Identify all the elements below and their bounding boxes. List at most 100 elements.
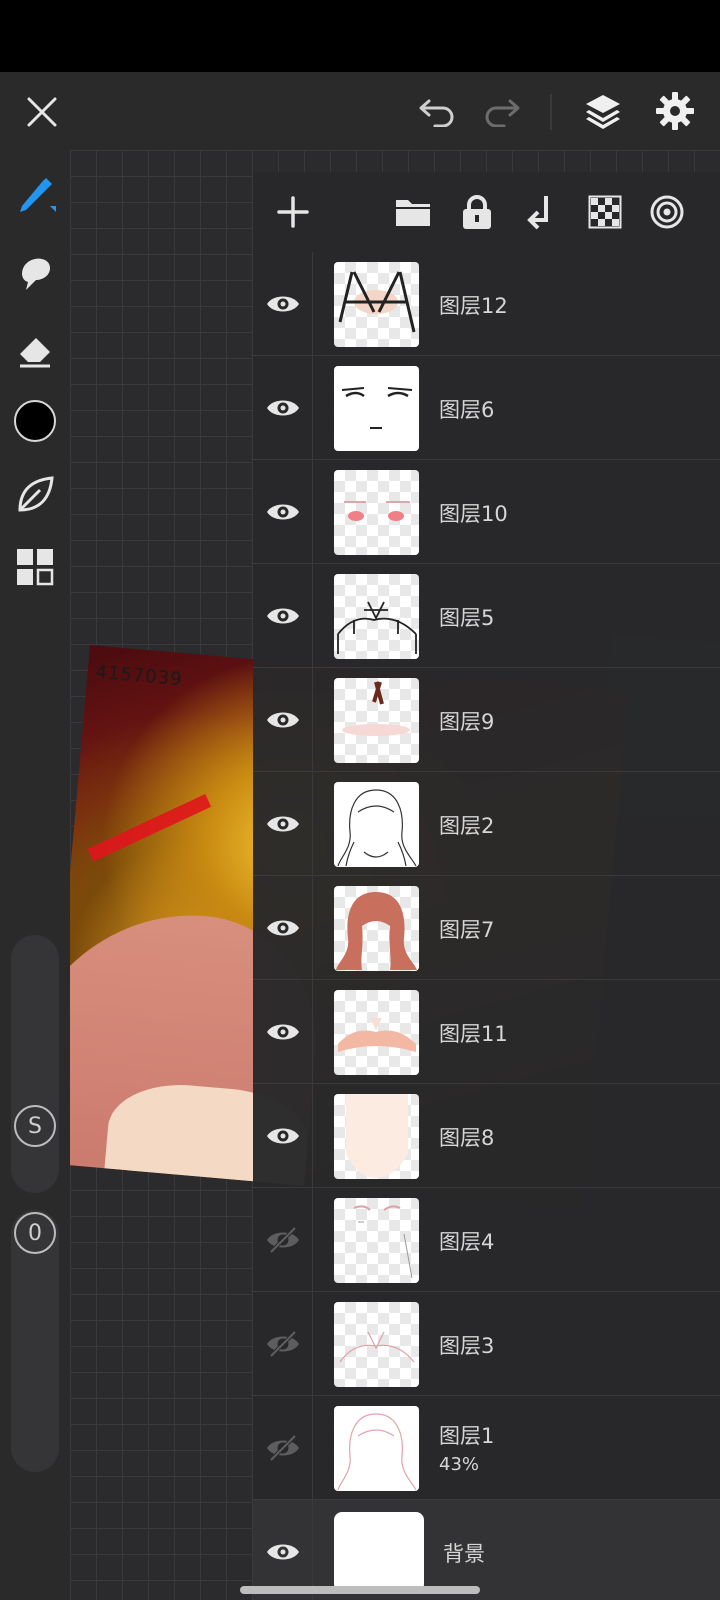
lock-icon bbox=[463, 195, 491, 229]
layer-thumbnail bbox=[334, 678, 419, 763]
layer-effects-tool[interactable] bbox=[10, 470, 60, 520]
plus-icon bbox=[277, 196, 309, 228]
close-icon bbox=[27, 97, 57, 127]
layer-row[interactable]: 图层11 bbox=[253, 980, 720, 1084]
smudge-tool[interactable] bbox=[10, 248, 60, 298]
layer-row[interactable]: 图层1 43% bbox=[253, 1396, 720, 1500]
visibility-toggle[interactable] bbox=[253, 1500, 313, 1600]
layer-row[interactable]: 图层6 bbox=[253, 356, 720, 460]
layers-panel: 图层12 图层6 图层10 图层5 图层9 图层2 图层7 图层11 图层8 图… bbox=[253, 172, 720, 1600]
new-folder-button[interactable] bbox=[389, 188, 437, 236]
gallery-tool[interactable] bbox=[10, 542, 60, 592]
layer-name: 图层9 bbox=[439, 710, 495, 734]
visibility-toggle[interactable] bbox=[253, 460, 313, 564]
layer-row[interactable]: 图层8 bbox=[253, 1084, 720, 1188]
size-slider-label: S bbox=[28, 1113, 42, 1139]
visibility-toggle[interactable] bbox=[253, 668, 313, 772]
layer-row[interactable]: 图层7 bbox=[253, 876, 720, 980]
eye-icon bbox=[266, 816, 299, 832]
layer-row[interactable]: 图层10 bbox=[253, 460, 720, 564]
layer-thumbnail bbox=[334, 262, 419, 347]
layer-opacity: 43% bbox=[439, 1454, 480, 1475]
eye-icon bbox=[266, 400, 299, 416]
visibility-toggle[interactable] bbox=[253, 876, 313, 980]
layer-name: 图层10 bbox=[439, 502, 508, 526]
status-bar bbox=[0, 0, 720, 72]
layer-name: 图层8 bbox=[439, 1126, 495, 1150]
brush-tool[interactable] bbox=[10, 170, 60, 220]
grid-icon bbox=[17, 549, 54, 586]
merge-down-icon bbox=[527, 196, 548, 230]
add-layer-button[interactable] bbox=[269, 188, 317, 236]
lock-layer-button[interactable] bbox=[453, 188, 501, 236]
brush-icon bbox=[20, 178, 56, 212]
brush-opacity-slider[interactable]: 0 bbox=[11, 1210, 59, 1472]
layer-name: 图层12 bbox=[439, 294, 508, 318]
artwork-overlay-text: 4157039 bbox=[94, 661, 184, 691]
blend-mode-button[interactable] bbox=[643, 188, 691, 236]
drawing-app: 4157039 S 0 图层12 图层6 图层10 图层5 图层9 图层2 图层… bbox=[0, 0, 720, 1600]
close-button[interactable] bbox=[18, 88, 66, 136]
undo-icon bbox=[419, 99, 454, 127]
eye-icon bbox=[266, 1128, 299, 1144]
visibility-toggle[interactable] bbox=[253, 1292, 313, 1396]
visibility-toggle[interactable] bbox=[253, 564, 313, 668]
layer-thumbnail bbox=[334, 782, 419, 867]
layer-thumbnail bbox=[334, 886, 419, 971]
alpha-lock-button[interactable] bbox=[581, 188, 629, 236]
visibility-toggle[interactable] bbox=[253, 772, 313, 876]
target-icon bbox=[650, 195, 684, 229]
layer-row[interactable]: 图层2 bbox=[253, 772, 720, 876]
layer-row[interactable]: 图层4 bbox=[253, 1188, 720, 1292]
opacity-slider-label: 0 bbox=[28, 1220, 42, 1246]
layer-row[interactable]: 图层3 bbox=[253, 1292, 720, 1396]
visibility-toggle[interactable] bbox=[253, 1188, 313, 1292]
layer-name: 图层2 bbox=[439, 814, 495, 838]
eye-icon bbox=[266, 296, 299, 312]
background-layer-name: 背景 bbox=[443, 1542, 485, 1566]
brush-size-slider[interactable]: S bbox=[11, 935, 59, 1193]
merge-down-button[interactable] bbox=[517, 188, 565, 236]
eye-icon bbox=[266, 712, 299, 728]
eye-hidden-icon bbox=[266, 1330, 299, 1358]
layer-row[interactable]: 图层12 bbox=[253, 252, 720, 356]
layer-row[interactable]: 图层5 bbox=[253, 564, 720, 668]
checkerboard-icon bbox=[588, 195, 622, 229]
visibility-toggle[interactable] bbox=[253, 252, 313, 356]
layers-button[interactable] bbox=[578, 86, 628, 136]
eye-icon bbox=[266, 1024, 299, 1040]
current-color-swatch bbox=[14, 400, 56, 442]
artwork-red-streak bbox=[87, 794, 212, 862]
layer-thumbnail bbox=[334, 574, 419, 659]
size-slider-knob[interactable]: S bbox=[14, 1105, 56, 1147]
layer-name: 图层1 bbox=[439, 1424, 495, 1448]
visibility-toggle[interactable] bbox=[253, 1084, 313, 1188]
eye-icon bbox=[266, 504, 299, 520]
layer-thumbnail bbox=[334, 1094, 419, 1179]
layer-list: 图层12 图层6 图层10 图层5 图层9 图层2 图层7 图层11 图层8 图… bbox=[253, 252, 720, 1600]
visibility-toggle[interactable] bbox=[253, 980, 313, 1084]
undo-button[interactable] bbox=[413, 88, 461, 136]
layers-panel-caret bbox=[590, 160, 614, 172]
layer-thumbnail bbox=[334, 1302, 419, 1387]
home-indicator bbox=[240, 1586, 480, 1594]
left-toolbar: S 0 bbox=[0, 150, 70, 1600]
layer-thumbnail bbox=[334, 366, 419, 451]
eraser-tool[interactable] bbox=[10, 324, 60, 374]
eraser-icon bbox=[20, 338, 50, 368]
layer-row[interactable]: 图层9 bbox=[253, 668, 720, 772]
opacity-slider-knob[interactable]: 0 bbox=[14, 1212, 56, 1254]
visibility-toggle[interactable] bbox=[253, 1396, 313, 1500]
color-picker[interactable] bbox=[10, 396, 60, 446]
layer-thumbnail bbox=[334, 1406, 419, 1491]
redo-button[interactable] bbox=[478, 88, 526, 136]
background-layer-row[interactable]: 背景 bbox=[253, 1500, 720, 1600]
visibility-toggle[interactable] bbox=[253, 356, 313, 460]
layer-thumbnail bbox=[334, 470, 419, 555]
redo-icon bbox=[485, 99, 520, 127]
top-divider bbox=[550, 94, 552, 130]
layer-name: 图层11 bbox=[439, 1022, 508, 1046]
top-bar bbox=[0, 72, 720, 150]
settings-button[interactable] bbox=[650, 86, 700, 136]
layer-name: 图层5 bbox=[439, 606, 495, 630]
